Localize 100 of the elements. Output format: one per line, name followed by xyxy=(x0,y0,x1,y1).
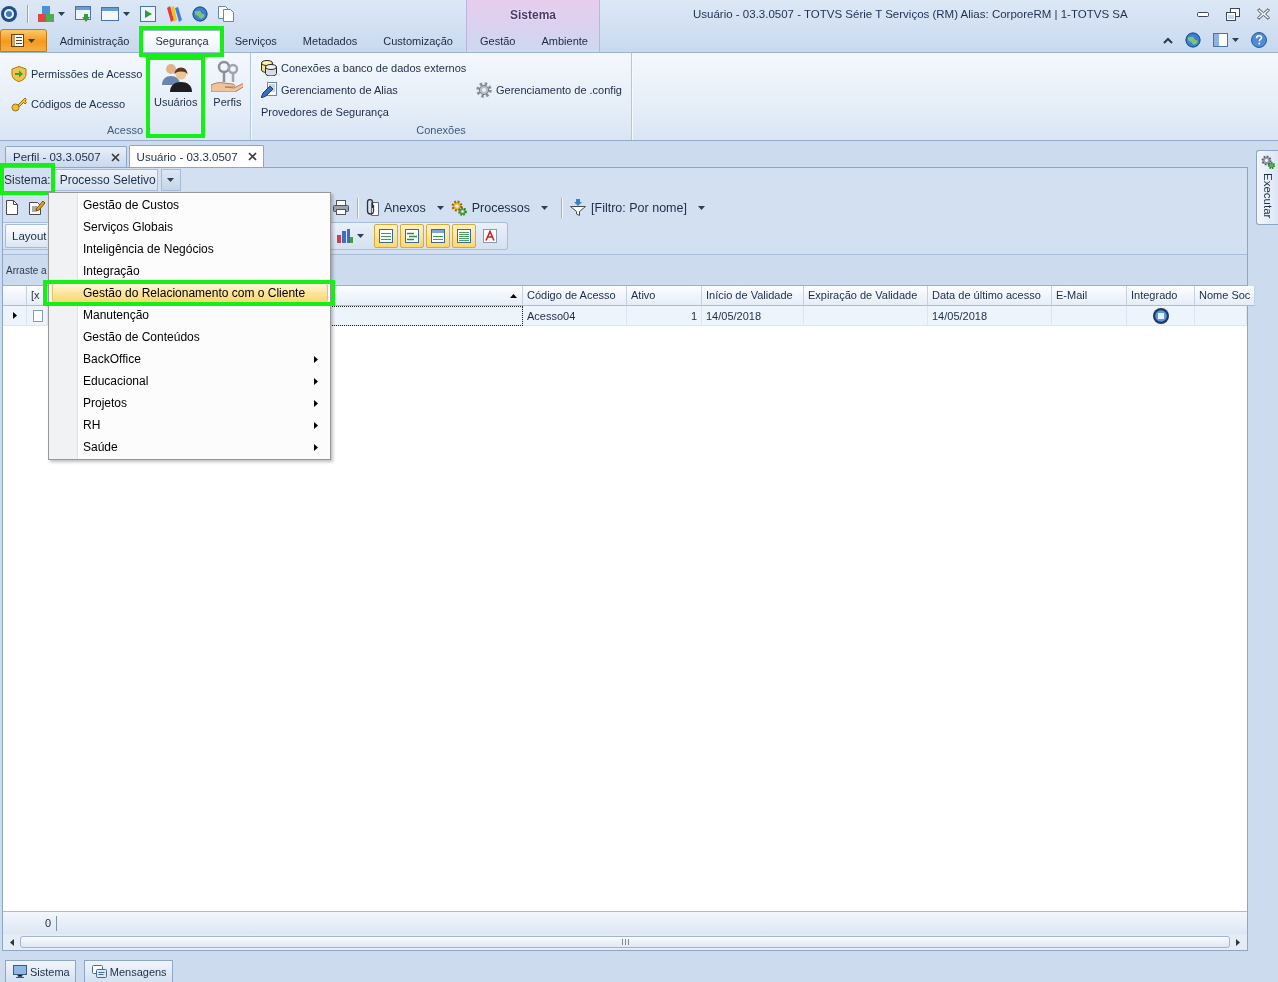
globe-icon[interactable] xyxy=(1185,32,1201,48)
column-header[interactable]: Ativo xyxy=(627,286,702,306)
bottom-tab[interactable]: Sistema xyxy=(5,960,76,982)
printer-icon[interactable] xyxy=(333,200,349,215)
column-header[interactable]: Início de Validade xyxy=(702,286,804,306)
scrollbar-thumb[interactable] xyxy=(20,936,1230,948)
table-layout-icon xyxy=(430,229,445,243)
menu-item[interactable]: BackOffice xyxy=(52,349,328,369)
ribbon-tab[interactable]: Administração xyxy=(46,30,143,52)
ribbon-tab[interactable]: Customização xyxy=(370,30,466,52)
orb-icon[interactable] xyxy=(1,6,17,22)
menu-item[interactable]: Serviços Globais xyxy=(52,217,328,237)
dropdown-button[interactable] xyxy=(160,169,181,191)
paperclip-icon xyxy=(366,199,379,216)
column-header[interactable]: Integrado xyxy=(1127,286,1195,306)
ribbon-button[interactable]: Gerenciamento de .config xyxy=(473,79,625,101)
ribbon-button[interactable]: Gerenciamento de Alias xyxy=(258,79,401,101)
restore-icon[interactable] xyxy=(1226,7,1240,21)
menu-item[interactable]: RH xyxy=(52,415,328,435)
monitor-icon xyxy=(13,965,27,978)
bottom-tab[interactable]: Mensagens xyxy=(83,960,173,982)
caret-icon[interactable] xyxy=(356,234,364,238)
chevron-up-icon[interactable] xyxy=(1163,36,1173,44)
column-header[interactable]: E-Mail xyxy=(1052,286,1127,306)
column-header[interactable]: Nome Soc xyxy=(1195,286,1256,306)
ribbon-large-button[interactable]: Perfis xyxy=(205,58,250,122)
caret-icon xyxy=(28,38,36,43)
ribbon-group-label: Conexões xyxy=(415,123,467,138)
document-tab[interactable]: Perfil - 03.3.0507 xyxy=(5,146,127,167)
system-dropdown[interactable]: Processo Seletivo xyxy=(53,169,158,191)
menu-item[interactable]: Projetos xyxy=(52,393,328,413)
processes-button[interactable]: Processos xyxy=(448,196,554,219)
caret-icon xyxy=(697,205,705,210)
close-icon[interactable] xyxy=(247,152,257,161)
gears-icon xyxy=(1260,155,1275,169)
caret-icon[interactable] xyxy=(123,12,130,16)
view-toggle-button[interactable] xyxy=(399,224,424,248)
minimize-icon[interactable] xyxy=(1197,11,1209,17)
bar-chart-icon[interactable] xyxy=(336,229,353,243)
ribbon-tab[interactable]: Gestão xyxy=(467,30,529,52)
scroll-right-icon[interactable] xyxy=(1236,938,1240,946)
window-title: Usuário - 03.3.0507 - TOTVS Série T Serviços (RM) Alias: CorporeRM | 1-TOTVS SA xyxy=(693,8,1129,20)
ribbon-button[interactable]: Permissões de Acesso xyxy=(8,62,146,86)
list-icon xyxy=(11,34,25,47)
ribbon-button[interactable]: Códigos de Acesso xyxy=(8,92,129,116)
grip-icon xyxy=(621,939,629,945)
column-header[interactable]: Código de Acesso xyxy=(523,286,627,306)
scroll-left-icon[interactable] xyxy=(10,938,14,946)
color-blocks-icon[interactable] xyxy=(38,6,54,22)
shield-icon xyxy=(11,66,27,82)
column-header[interactable]: Data de último acesso xyxy=(928,286,1052,306)
window-icon[interactable] xyxy=(101,7,119,21)
table-layout-icon xyxy=(378,229,393,243)
key-icon xyxy=(11,96,27,112)
side-panel-tab[interactable]: Executar xyxy=(1256,150,1278,225)
ribbon-tab[interactable]: Metadados xyxy=(289,30,371,52)
document-tab[interactable]: Usuário - 03.3.0507 xyxy=(128,145,264,167)
ribbon-button[interactable]: Provedores de Segurança xyxy=(258,101,392,123)
copy-icon[interactable] xyxy=(218,6,234,22)
messages-icon xyxy=(91,965,107,978)
globe-icon[interactable] xyxy=(192,6,208,22)
filter-button[interactable]: [Filtro: Por nome] xyxy=(568,196,710,219)
play-frame-icon[interactable] xyxy=(140,6,156,22)
menu-item[interactable]: Saúde xyxy=(52,437,328,457)
table-cell: Acesso04 xyxy=(523,306,627,326)
ribbon-large-button[interactable]: Usuários xyxy=(148,58,204,122)
color-bars-icon[interactable] xyxy=(166,6,182,22)
ribbon-group-label: Acesso xyxy=(105,123,145,138)
filter-icon xyxy=(570,199,587,216)
view-toggle-button[interactable] xyxy=(373,224,398,248)
caret-icon xyxy=(436,205,444,210)
caret-icon[interactable] xyxy=(1232,38,1239,42)
panel-layout-icon[interactable] xyxy=(1213,33,1228,47)
record-count: 0 xyxy=(3,915,57,931)
menu-item[interactable]: Educacional xyxy=(52,371,328,391)
horizontal-scrollbar[interactable] xyxy=(3,934,1247,950)
view-toggle-button[interactable] xyxy=(425,224,450,248)
keys-hand-icon xyxy=(211,60,244,92)
close-icon[interactable] xyxy=(110,152,120,162)
attachments-button[interactable]: Anexos xyxy=(364,196,449,219)
layout-button[interactable]: Layout xyxy=(5,224,47,248)
ribbon-button[interactable]: Conexões a banco de dados externos xyxy=(258,57,470,79)
new-document-icon[interactable] xyxy=(6,200,18,215)
ribbon-tab[interactable]: Serviços xyxy=(221,30,290,52)
caret-icon xyxy=(167,178,175,182)
column-header[interactable]: Expiração de Validade xyxy=(804,286,928,306)
view-toggle-button[interactable] xyxy=(451,224,476,248)
menu-item[interactable]: Integração xyxy=(52,261,328,281)
menu-item[interactable]: Gestão de Conteúdos xyxy=(52,327,328,347)
help-icon[interactable] xyxy=(1251,32,1267,48)
caret-icon[interactable] xyxy=(58,12,65,16)
application-menu-button[interactable] xyxy=(0,29,47,52)
ribbon-tab[interactable]: Ambiente xyxy=(528,30,601,52)
menu-item[interactable]: Inteligência de Negócios xyxy=(52,239,328,259)
checkbox[interactable] xyxy=(33,309,43,322)
table-layout-icon xyxy=(404,229,419,243)
menu-item[interactable]: Manutenção xyxy=(52,305,328,325)
edit-icon[interactable] xyxy=(29,200,45,215)
menu-item[interactable]: Gestão de Custos xyxy=(52,195,328,215)
table-cell: 1 xyxy=(627,306,702,326)
